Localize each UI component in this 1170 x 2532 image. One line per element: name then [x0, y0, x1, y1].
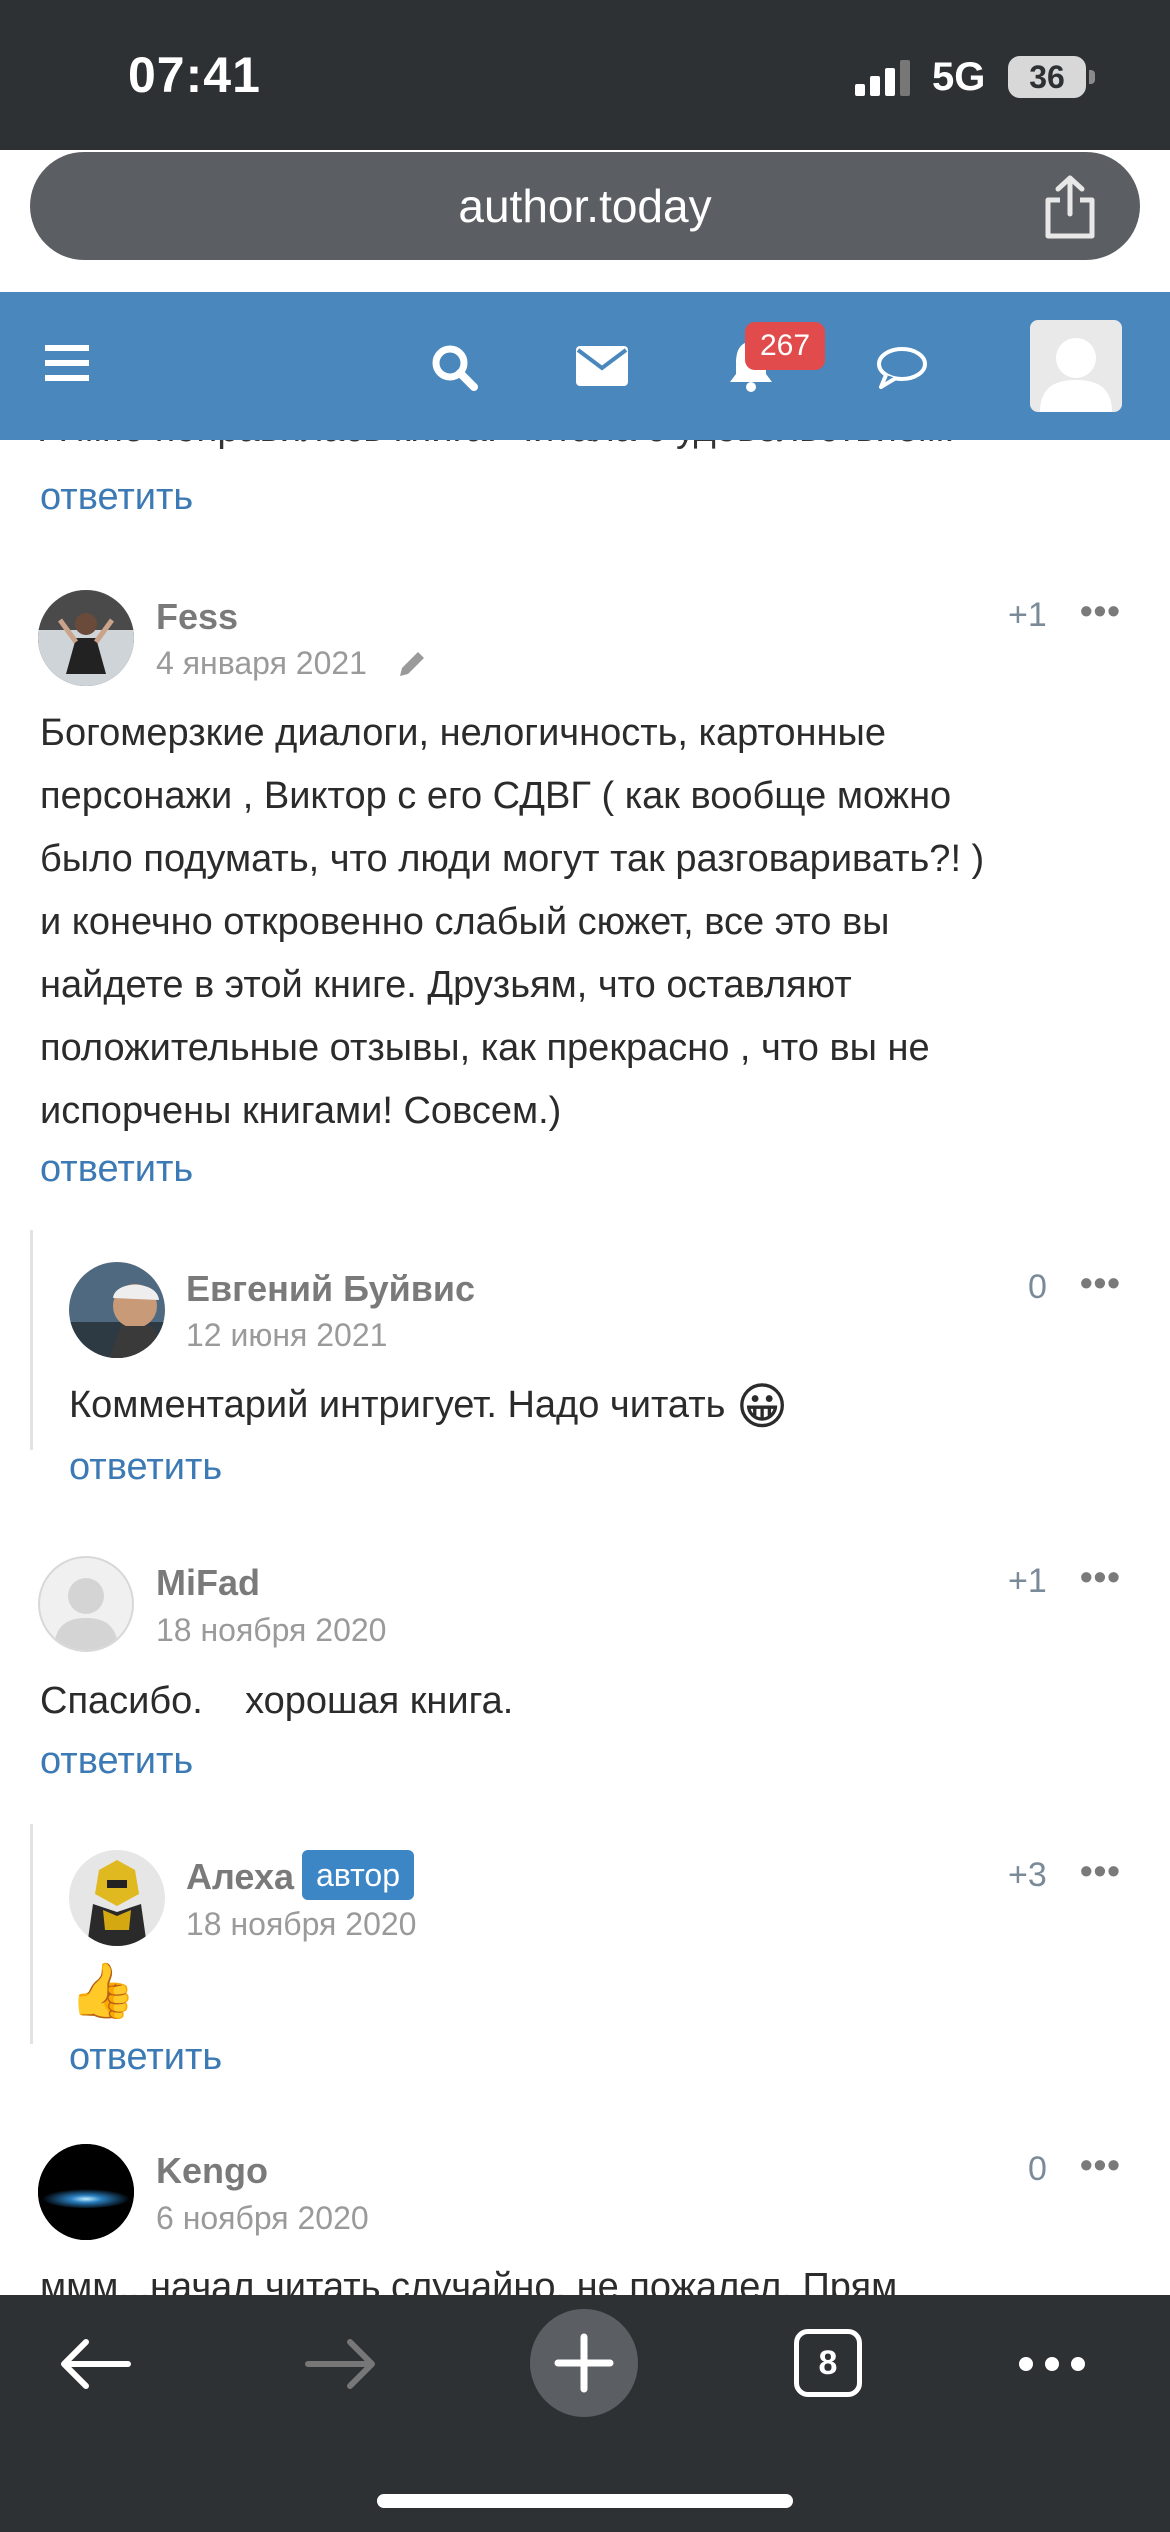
comment-date: 18 ноября 2020	[186, 1906, 417, 1942]
back-arrow-icon[interactable]	[58, 2336, 132, 2392]
comment-date: 12 июня 2021	[186, 1317, 388, 1353]
comment-line: персонажи , Виктор с его СДВГ ( как вооб…	[40, 775, 952, 817]
reply-link[interactable]: ответить	[40, 1740, 193, 1783]
search-icon[interactable]	[430, 343, 478, 391]
comment-score: +1	[1008, 596, 1047, 634]
comment-body: Богомерзкие диалоги, нелогичность, карто…	[40, 702, 1140, 1143]
comments-list: А мне понравилась книга. Читала с удовол…	[0, 440, 1170, 2295]
thread-line	[30, 1824, 33, 2044]
comment-line: и конечно откровенно слабый сюжет, все э…	[40, 901, 890, 943]
comment-score: +3	[1008, 1856, 1047, 1894]
comment-line: испорчены книгами! Совсем.)	[40, 1090, 562, 1132]
thread-line	[30, 1230, 33, 1450]
comment-author[interactable]: MiFad	[156, 1562, 260, 1604]
comment-line: Богомерзкие диалоги, нелогичность, карто…	[40, 712, 886, 754]
reply-link[interactable]: ответить	[69, 2036, 222, 2079]
more-options-icon[interactable]: •••	[1080, 1850, 1121, 1892]
comment-body: Комментарий интригует. Надо читать 😀	[69, 1374, 1129, 1438]
new-tab-button[interactable]	[530, 2309, 638, 2417]
previous-comment-text: А мне понравилась книга. Читала с удовол…	[40, 440, 955, 451]
comment-score: +1	[1008, 1562, 1047, 1600]
reply-link[interactable]: ответить	[40, 1148, 193, 1191]
avatar[interactable]	[38, 2144, 134, 2240]
plus-icon	[554, 2333, 614, 2393]
avatar[interactable]	[38, 1556, 134, 1652]
comment-line: найдете в этой книге. Друзьям, что остав…	[40, 964, 852, 1006]
comment-score: 0	[1028, 2150, 1047, 2188]
menu-icon[interactable]	[45, 343, 89, 383]
status-time: 07:41	[128, 47, 261, 103]
comment-author[interactable]: Алеха	[186, 1856, 294, 1898]
comment-date: 6 ноября 2020	[156, 2200, 369, 2236]
avatar[interactable]	[69, 1262, 165, 1358]
comment-body: Спасибо. хорошая книга.	[40, 1680, 514, 1722]
user-avatar[interactable]	[1030, 320, 1122, 412]
url-bar[interactable]: author.today	[30, 152, 1140, 260]
more-options-icon[interactable]: •••	[1080, 590, 1121, 632]
more-menu-icon[interactable]	[1016, 2352, 1088, 2376]
comment-line: положительные отзывы, как прекрасно , чт…	[40, 1027, 930, 1069]
comment-author[interactable]: Fess	[156, 596, 238, 638]
reply-link[interactable]: ответить	[40, 476, 193, 519]
avatar[interactable]	[38, 590, 134, 686]
chat-icon[interactable]	[876, 346, 928, 390]
comment-score: 0	[1028, 1268, 1047, 1306]
signal-icon	[855, 60, 915, 96]
mail-icon[interactable]	[576, 346, 628, 386]
edit-icon	[400, 652, 424, 676]
more-options-icon[interactable]: •••	[1080, 1262, 1121, 1304]
more-options-icon[interactable]: •••	[1080, 1556, 1121, 1598]
tabs-button[interactable]: 8	[794, 2329, 862, 2397]
comment-date: 4 января 2021	[156, 645, 367, 681]
notification-count-badge: 267	[745, 322, 825, 370]
grinning-emoji-icon: 😀	[736, 1378, 789, 1435]
battery-tip	[1089, 70, 1095, 84]
comment-date: 18 ноября 2020	[156, 1612, 387, 1648]
author-badge: автор	[302, 1850, 414, 1900]
more-options-icon[interactable]: •••	[1080, 2144, 1121, 2186]
default-avatar-icon	[1040, 338, 1112, 412]
comment-line: было подумать, что люди могут так разгов…	[40, 838, 985, 880]
battery-icon: 36	[1008, 56, 1086, 98]
avatar[interactable]	[69, 1850, 165, 1946]
url-text: author.today	[458, 180, 712, 232]
network-type: 5G	[932, 55, 986, 99]
share-icon[interactable]	[1040, 174, 1100, 240]
comment-body: ммм...начал читать случайно, не пожалел.…	[40, 2266, 898, 2295]
forward-arrow-icon[interactable]	[304, 2336, 378, 2392]
comment-author[interactable]: Kengo	[156, 2150, 268, 2192]
home-indicator	[377, 2494, 793, 2508]
comment-text: Комментарий интригует. Надо читать	[69, 1384, 726, 1426]
comment-author[interactable]: Евгений Буйвис	[186, 1268, 475, 1310]
thumbs-up-emoji-icon: 👍	[69, 1961, 137, 2021]
reply-link[interactable]: ответить	[69, 1446, 222, 1489]
